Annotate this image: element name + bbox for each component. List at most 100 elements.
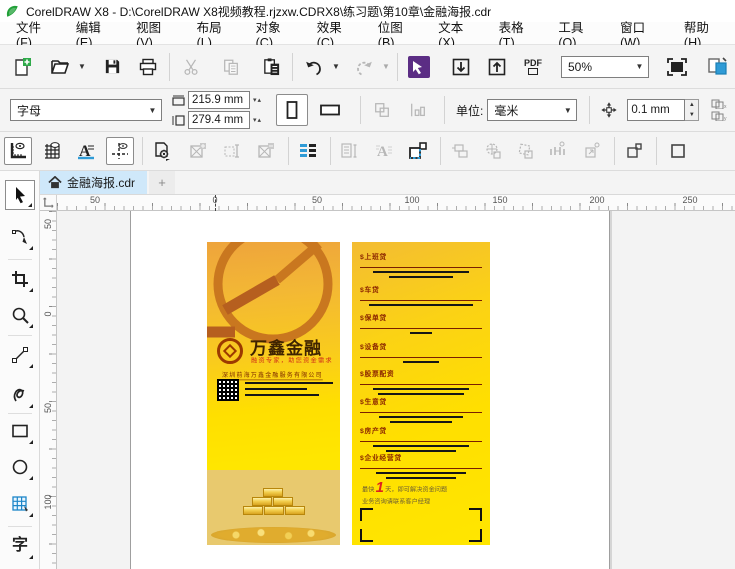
page-width-spinner[interactable]: ▾▴ (253, 96, 262, 104)
pick-tool[interactable] (5, 180, 35, 210)
ruler-origin-button[interactable] (40, 195, 57, 211)
landscape-button[interactable] (314, 94, 346, 126)
undo-dropdown-caret[interactable]: ▼ (330, 51, 342, 83)
page-size-caret[interactable]: ▼ (144, 100, 161, 120)
horizontal-ruler[interactable]: 50 0 50 100 150 200 250 (57, 195, 735, 211)
loan-title: $车贷 (360, 286, 380, 295)
new-tab-button[interactable]: + (149, 171, 176, 194)
units-combo[interactable]: 毫米 ▼ (487, 99, 578, 121)
zoom-tool[interactable] (5, 300, 35, 330)
gold-coins-pile (211, 527, 336, 543)
publish-pdf-button[interactable]: PDF (517, 51, 549, 83)
crop-tool[interactable] (5, 264, 35, 294)
text-tool[interactable]: 字 (5, 531, 35, 561)
shape-tool[interactable] (5, 222, 35, 252)
page-width-icon (172, 95, 185, 106)
redo-button (348, 51, 380, 83)
undo-button[interactable] (298, 51, 330, 83)
hruler-label: 200 (589, 195, 605, 205)
loan-item: $房产贷 (360, 425, 482, 452)
document-tab-active[interactable]: 金融海报.cdr (40, 171, 148, 194)
loan-item: $保单贷 (360, 312, 482, 334)
export-button[interactable] (481, 51, 513, 83)
rectangle-tool[interactable] (5, 416, 35, 446)
gold-bar (264, 506, 284, 515)
copy-button (215, 51, 247, 83)
units-label: 单位: (456, 103, 484, 118)
loan-title: $企业经营贷 (360, 454, 402, 463)
vruler-label: 50 (43, 219, 53, 230)
snap-to-frame-button[interactable] (404, 137, 432, 165)
vruler-label: 100 (43, 494, 53, 510)
center-objects-button (479, 137, 507, 165)
open-dropdown-caret[interactable]: ▼ (76, 51, 88, 83)
hruler-label: 250 (682, 195, 698, 205)
freehand-tool[interactable] (5, 340, 35, 370)
open-button[interactable] (44, 51, 76, 83)
home-icon (48, 176, 62, 189)
add-frame-button (184, 137, 212, 165)
gold-bar (263, 488, 283, 497)
artistic-media-tool[interactable] (5, 380, 35, 410)
duplicate-x-icon: x (711, 99, 727, 109)
poster-left[interactable]: 万鑫金融 融资专家，助您资金需求 深圳前海万鑫金融服务有限公司 (207, 242, 340, 545)
edge-tool-button[interactable] (662, 137, 690, 165)
welcome-screen-button[interactable] (403, 51, 435, 83)
page-size-combo[interactable]: 字母 ▼ (10, 99, 162, 121)
portrait-button[interactable] (276, 94, 309, 126)
gold-bar (252, 497, 272, 506)
object-properties-button[interactable] (620, 137, 648, 165)
loan-item: $上班贷 (360, 251, 482, 278)
document-tab-bar: 金融海报.cdr + (40, 171, 735, 195)
show-hide-objects-button[interactable] (701, 51, 733, 83)
hruler-label: 50 (89, 195, 101, 205)
import-button[interactable] (445, 51, 477, 83)
paste-button[interactable] (255, 51, 287, 83)
show-guidelines-button[interactable] (106, 137, 134, 165)
all-pages-button (366, 94, 398, 126)
units-caret[interactable]: ▼ (559, 100, 576, 120)
loan-title: $房产贷 (360, 427, 387, 436)
save-button[interactable] (96, 51, 128, 83)
promo-text: 最快 1 天，即可解决资金问题 业务咨询请联系客户经理 (362, 480, 486, 505)
poster-right[interactable]: $上班贷 $车贷 $保单贷 $设备贷 $股票配资 $生意贷 $房产贷 $企业经营… (352, 242, 490, 545)
show-grid-button[interactable] (38, 137, 66, 165)
page-height-field[interactable]: 279.4 mm (188, 111, 250, 129)
drawing-canvas[interactable]: 万鑫金融 融资专家，助您资金需求 深圳前海万鑫金融服务有限公司 $上班贷 $车贷… (57, 211, 735, 569)
nudge-group: 0.1 mm ▲ ▼ (627, 99, 700, 121)
menu-bar: 文件(F) 编辑(E) 视图(V) 布局(L) 对象(C) 效果(C) 位图(B… (0, 21, 735, 50)
svg-text:y: y (724, 116, 727, 121)
page-settings-button[interactable] (148, 137, 176, 165)
nudge-spinner[interactable]: ▲ ▼ (685, 99, 700, 121)
columns-settings-button[interactable] (294, 137, 322, 165)
zoom-level-combo[interactable]: 50% ▼ (561, 55, 649, 78)
loan-title: $保单贷 (360, 314, 387, 323)
hruler-label: 50 (311, 195, 323, 205)
ellipse-tool[interactable] (5, 452, 35, 482)
current-page-button (402, 94, 434, 126)
page-height-spinner[interactable]: ▾▴ (253, 116, 262, 124)
vertical-ruler[interactable]: 50 0 50 100 (40, 211, 57, 569)
print-button[interactable] (132, 51, 164, 83)
hruler-label: 100 (404, 195, 420, 205)
new-document-button[interactable] (6, 51, 38, 83)
fullscreen-preview-button[interactable] (661, 51, 693, 83)
text-tool-glyph: 字 (11, 537, 28, 554)
nudge-field[interactable]: 0.1 mm (627, 99, 686, 121)
page-width-field[interactable]: 215.9 mm (188, 91, 250, 109)
show-rulers-button[interactable] (4, 137, 32, 165)
align-objects-button (446, 137, 474, 165)
loan-title: $设备贷 (360, 343, 387, 352)
add-text-frame-button (218, 137, 246, 165)
distribute-objects-button (545, 137, 573, 165)
cut-button (175, 51, 207, 83)
page-height-icon (172, 114, 185, 126)
promo-line2: 业务咨询请联系客户经理 (362, 498, 431, 506)
loan-title: $股票配资 (360, 370, 395, 379)
ruler-zero-marker (215, 195, 216, 211)
show-text-frames-button[interactable]: A (72, 137, 100, 165)
table-tool[interactable] (5, 489, 35, 519)
remove-frame-button (252, 137, 280, 165)
zoom-dropdown-caret[interactable]: ▼ (631, 57, 648, 77)
brand-slogan: 融资专家，助您资金需求 (251, 357, 333, 365)
